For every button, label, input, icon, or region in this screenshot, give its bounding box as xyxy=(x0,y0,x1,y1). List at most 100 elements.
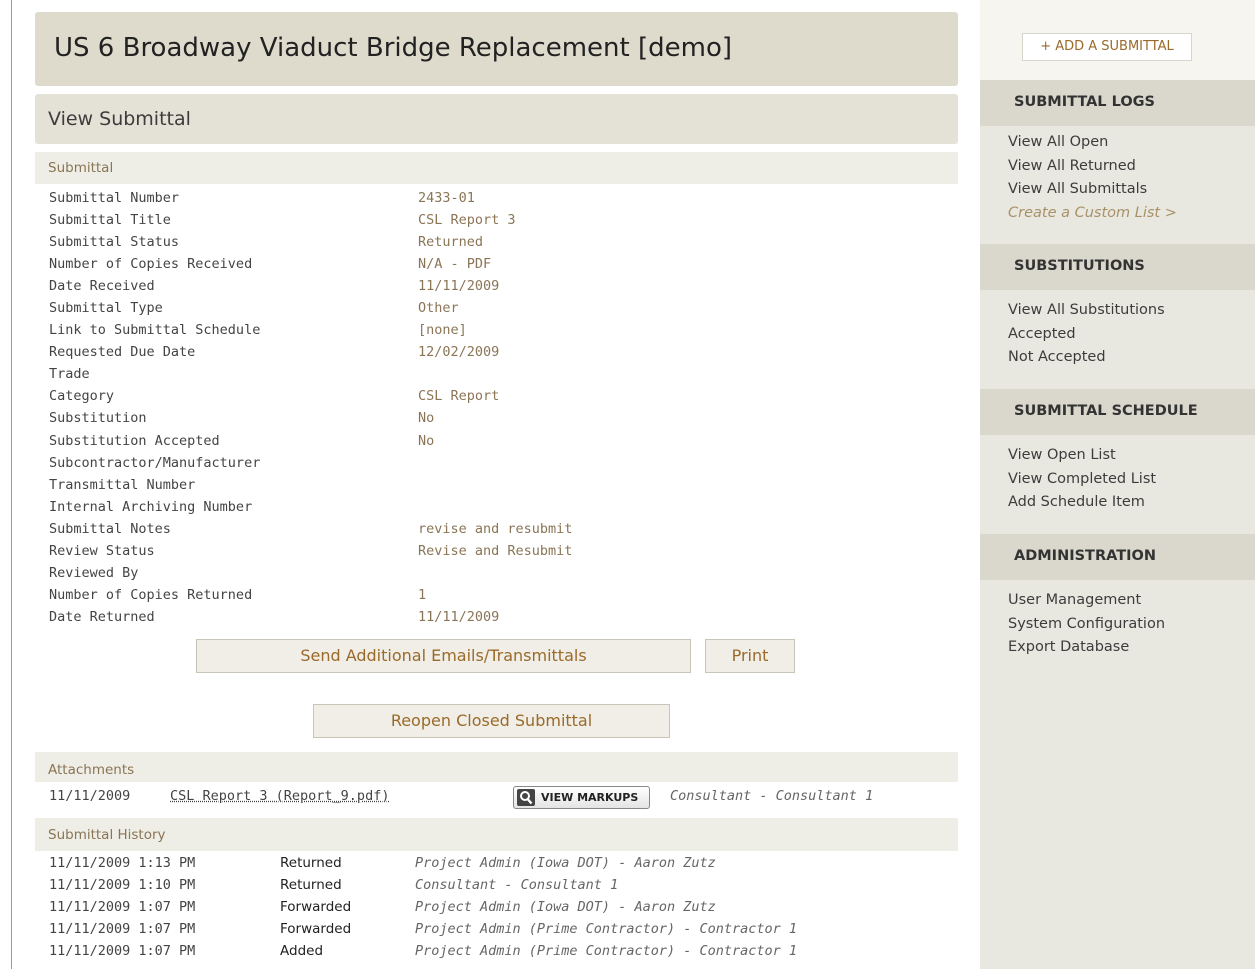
history-user: Consultant - Consultant 1 xyxy=(415,877,619,893)
field-row: Submittal Title CSL Report 3 xyxy=(49,211,649,233)
view-markups-button[interactable]: VIEW MARKUPS xyxy=(513,786,650,809)
history-action: Returned xyxy=(280,855,342,871)
field-row: Submittal Status Returned xyxy=(49,233,649,255)
field-value: CSL Report xyxy=(418,388,500,405)
section-label: Submittal xyxy=(48,160,114,176)
field-label: Submittal Type xyxy=(49,300,163,317)
sidebar-link-system-configuration[interactable]: System Configuration xyxy=(1008,616,1165,640)
send-emails-button[interactable]: Send Additional Emails/Transmittals xyxy=(196,639,691,673)
attachment-date: 11/11/2009 xyxy=(49,788,131,804)
field-label: Subcontractor/Manufacturer xyxy=(49,454,261,471)
field-label: Date Received xyxy=(49,278,155,295)
sidebar-section-title: SUBMITTAL SCHEDULE xyxy=(1014,403,1198,419)
sidebar-link-view-all-submittals[interactable]: View All Submittals xyxy=(1008,181,1177,205)
field-label: Category xyxy=(49,388,115,405)
field-value: [none] xyxy=(418,322,467,339)
sidebar-link-not-accepted[interactable]: Not Accepted xyxy=(1008,349,1165,373)
field-row: Substitution No xyxy=(49,409,649,431)
project-header: US 6 Broadway Viaduct Bridge Replacement… xyxy=(35,12,958,86)
section-label: Attachments xyxy=(48,762,135,778)
history-time: 11/11/2009 1:07 PM xyxy=(49,899,196,915)
field-value: Returned xyxy=(418,234,484,251)
field-row: Number of Copies Returned 1 xyxy=(49,586,649,608)
sidebar-section-substitutions: SUBSTITUTIONS xyxy=(980,244,1255,290)
sidebar-links-administration: User Management System Configuration Exp… xyxy=(1008,592,1165,663)
add-submittal-button[interactable]: + ADD A SUBMITTAL xyxy=(1022,33,1192,61)
submittal-section-header: Submittal xyxy=(35,152,958,184)
history-list: 11/11/2009 1:13 PM Returned Project Admin … xyxy=(49,855,949,965)
field-label: Submittal Title xyxy=(49,212,171,229)
history-user: Project Admin (Iowa DOT) - Aaron Zutz xyxy=(415,855,716,871)
page-header: View Submittal xyxy=(35,94,958,144)
field-label: Link to Submittal Schedule xyxy=(49,322,261,339)
field-label: Substitution xyxy=(49,410,147,427)
field-value: 1 xyxy=(418,586,427,603)
sidebar-link-add-schedule-item[interactable]: Add Schedule Item xyxy=(1008,494,1156,518)
field-row: Link to Submittal Schedule [none] xyxy=(49,321,649,343)
history-row: 11/11/2009 1:10 PM Returned Consultant - C… xyxy=(49,877,949,899)
field-label: Transmittal Number xyxy=(49,476,196,493)
sidebar-section-title: ADMINISTRATION xyxy=(1014,548,1156,564)
history-action: Returned xyxy=(280,877,342,893)
reopen-button[interactable]: Reopen Closed Submittal xyxy=(313,704,670,738)
field-label: Number of Copies Received xyxy=(49,256,253,273)
sidebar-links-substitutions: View All Substitutions Accepted Not Acce… xyxy=(1008,302,1165,373)
field-row: Date Received 11/11/2009 xyxy=(49,277,649,299)
sidebar-link-create-custom-list[interactable]: Create a Custom List > xyxy=(1008,205,1177,229)
print-button[interactable]: Print xyxy=(705,639,795,673)
field-value: N/A - PDF xyxy=(418,256,492,273)
magnifier-icon xyxy=(517,789,535,806)
sidebar-section-submittal-schedule: SUBMITTAL SCHEDULE xyxy=(980,389,1255,435)
sidebar-links-submittal-schedule: View Open List View Completed List Add S… xyxy=(1008,447,1156,518)
sidebar-link-view-open-list[interactable]: View Open List xyxy=(1008,447,1156,471)
field-label: Trade xyxy=(49,366,90,383)
field-row: Subcontractor/Manufacturer xyxy=(49,454,649,476)
attachment-link[interactable]: CSL Report 3 (Report_9.pdf) xyxy=(170,788,389,804)
sidebar-link-user-management[interactable]: User Management xyxy=(1008,592,1165,616)
view-markups-label: VIEW MARKUPS xyxy=(541,791,639,804)
sidebar-link-accepted[interactable]: Accepted xyxy=(1008,326,1165,350)
history-time: 11/11/2009 1:13 PM xyxy=(49,855,196,871)
field-label: Reviewed By xyxy=(49,564,139,581)
field-row: Submittal Type Other xyxy=(49,299,649,321)
field-row: Submittal Number 2433-01 xyxy=(49,189,649,211)
field-row: Trade xyxy=(49,365,649,387)
history-row: 11/11/2009 1:07 PM Added Project Admin (Pr… xyxy=(49,943,949,965)
field-row: Substitution Accepted No xyxy=(49,432,649,454)
field-row: Number of Copies Received N/A - PDF xyxy=(49,255,649,277)
field-value: 11/11/2009 xyxy=(418,278,500,295)
sidebar: + ADD A SUBMITTAL SUBMITTAL LOGS View Al… xyxy=(980,0,1255,969)
history-time: 11/11/2009 1:07 PM xyxy=(49,921,196,937)
field-value: No xyxy=(418,432,435,449)
history-action: Forwarded xyxy=(280,921,352,937)
field-label: Substitution Accepted xyxy=(49,432,220,449)
history-row: 11/11/2009 1:13 PM Returned Project Admin … xyxy=(49,855,949,877)
field-label: Internal Archiving Number xyxy=(49,498,253,515)
section-label: Submittal History xyxy=(48,827,166,843)
field-row: Category CSL Report xyxy=(49,387,649,409)
submittal-fields: Submittal Number 2433-01 Submittal Title C… xyxy=(49,189,649,630)
field-value: CSL Report 3 xyxy=(418,212,516,229)
sidebar-link-view-all-open[interactable]: View All Open xyxy=(1008,134,1177,158)
history-user: Project Admin (Prime Contractor) - Contr… xyxy=(415,943,798,959)
sidebar-section-administration: ADMINISTRATION xyxy=(980,534,1255,580)
history-row: 11/11/2009 1:07 PM Forwarded Project Admin… xyxy=(49,921,949,943)
field-row: Date Returned 11/11/2009 xyxy=(49,608,649,630)
add-submittal-area: + ADD A SUBMITTAL xyxy=(980,0,1255,80)
sidebar-link-view-completed-list[interactable]: View Completed List xyxy=(1008,471,1156,495)
field-label: Requested Due Date xyxy=(49,344,196,361)
sidebar-link-export-database[interactable]: Export Database xyxy=(1008,639,1165,663)
history-user: Project Admin (Iowa DOT) - Aaron Zutz xyxy=(415,899,716,915)
field-row: Submittal Notes revise and resubmit xyxy=(49,520,649,542)
field-value: Other xyxy=(418,300,459,317)
left-border xyxy=(11,0,12,969)
sidebar-link-view-all-substitutions[interactable]: View All Substitutions xyxy=(1008,302,1165,326)
history-section-header: Submittal History xyxy=(35,818,958,851)
field-row: Requested Due Date 12/02/2009 xyxy=(49,343,649,365)
sidebar-link-view-all-returned[interactable]: View All Returned xyxy=(1008,158,1177,182)
page-title: View Submittal xyxy=(48,108,191,130)
sidebar-section-title: SUBSTITUTIONS xyxy=(1014,258,1145,274)
field-row: Transmittal Number xyxy=(49,476,649,498)
attachment-uploader: Consultant - Consultant 1 xyxy=(670,788,874,804)
history-action: Added xyxy=(280,943,324,959)
